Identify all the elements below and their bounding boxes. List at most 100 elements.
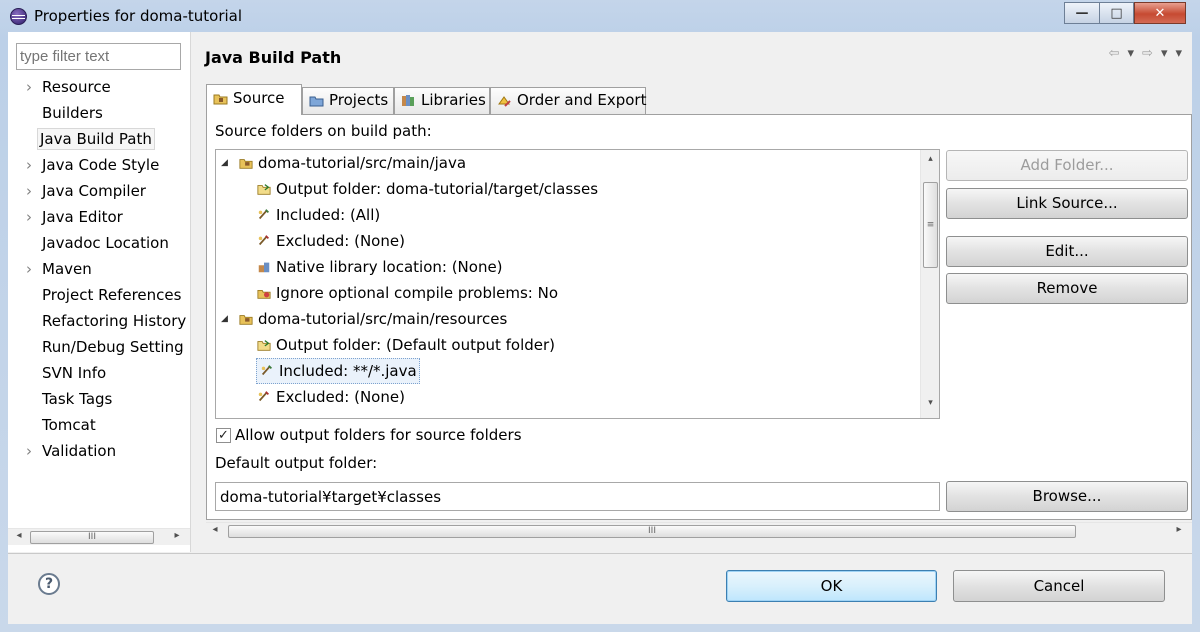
sidebar-item-label: Java Code Style <box>42 156 160 174</box>
source-tree-label: Native library location: (None) <box>276 258 503 276</box>
expand-arrow-icon[interactable]: › <box>26 440 32 462</box>
cancel-button[interactable]: Cancel <box>953 570 1165 602</box>
sidebar-item-refactoring-history[interactable]: Refactoring History <box>40 310 188 332</box>
add-folder-button[interactable]: Add Folder... <box>946 150 1188 181</box>
back-arrow-icon[interactable]: ⇦ <box>1109 46 1120 61</box>
source-tree-item[interactable]: Excluded: (None) <box>256 228 405 254</box>
source-tree-item[interactable]: Excluded: (None) <box>256 384 405 410</box>
page-horizontal-scrollbar[interactable]: ◂ III ▸ <box>206 522 1192 539</box>
source-tree-label: Ignore optional compile problems: No <box>276 284 559 302</box>
scroll-left-icon[interactable]: ◂ <box>208 524 222 535</box>
sidebar-item-javadoc-location[interactable]: Javadoc Location <box>40 232 171 254</box>
scroll-left-icon[interactable]: ◂ <box>12 530 26 541</box>
sidebar-item-svn-info[interactable]: SVN Info <box>40 362 108 384</box>
order-export-icon <box>498 96 511 107</box>
filter-input[interactable] <box>16 43 181 70</box>
scroll-thumb[interactable]: III <box>228 525 1076 538</box>
edit-button[interactable]: Edit... <box>946 236 1188 267</box>
forward-menu-icon[interactable]: ▾ <box>1161 46 1168 61</box>
source-tree-item[interactable]: Ignore optional compile problems: No <box>256 280 558 306</box>
sidebar-item-project-references[interactable]: Project References <box>40 284 183 306</box>
sidebar-item-label: Task Tags <box>42 390 113 408</box>
source-tree-item[interactable]: Output folder: doma-tutorial/target/clas… <box>256 176 598 202</box>
ignore-problems-icon <box>257 289 271 299</box>
scroll-right-icon[interactable]: ▸ <box>170 530 184 541</box>
sidebar-horizontal-scrollbar[interactable]: ◂ III ▸ <box>8 528 190 545</box>
sidebar-item-label: Java Build Path <box>40 130 152 148</box>
source-tree-item[interactable]: Included: **/*.java <box>256 358 420 384</box>
sidebar-item-run-debug-setting[interactable]: Run/Debug Setting <box>40 336 186 358</box>
sidebar-item-resource[interactable]: › Resource <box>26 76 113 98</box>
expand-arrow-icon[interactable]: › <box>26 180 32 202</box>
scroll-thumb[interactable]: III <box>30 531 154 544</box>
maximize-button[interactable]: □ <box>1099 2 1134 24</box>
remove-button[interactable]: Remove <box>946 273 1188 304</box>
sidebar-item-maven[interactable]: › Maven <box>26 258 94 280</box>
view-menu-icon[interactable]: ▾ <box>1175 46 1182 61</box>
source-tree-vertical-scrollbar[interactable]: ▴ ≡ ▾ <box>920 150 939 418</box>
scroll-down-icon[interactable]: ▾ <box>923 398 938 408</box>
sidebar-item-label: Validation <box>42 442 117 460</box>
footer-divider <box>8 553 1192 554</box>
java-build-path-page: Java Build Path ⇦ ▾ ⇨ ▾ ▾ Source Project… <box>194 32 1192 552</box>
source-tree-item[interactable]: Output folder: (Default output folder) <box>256 332 555 358</box>
scroll-up-icon[interactable]: ▴ <box>923 154 938 164</box>
scroll-thumb[interactable]: ≡ <box>923 182 938 268</box>
expanded-arrow-icon[interactable]: ◢ <box>221 306 228 332</box>
tab-libraries[interactable]: Libraries <box>394 87 490 114</box>
projects-icon <box>309 96 324 107</box>
sidebar-item-java-build-path[interactable]: Java Build Path <box>37 128 155 150</box>
expand-arrow-icon[interactable]: › <box>26 206 32 228</box>
default-output-label: Default output folder: <box>215 454 378 472</box>
properties-dialog: Properties for doma-tutorial — □ ✕ › Reso… <box>0 0 1200 632</box>
close-button[interactable]: ✕ <box>1134 2 1186 24</box>
source-tree-item[interactable]: ◢ doma-tutorial/src/main/java <box>221 150 467 176</box>
sidebar-item-java-code-style[interactable]: › Java Code Style <box>26 154 161 176</box>
output-folder-icon <box>257 340 271 351</box>
sidebar-item-label: Java Editor <box>42 208 123 226</box>
tab-label: Order and Export <box>517 91 647 109</box>
source-tree-label: Excluded: (None) <box>276 388 405 406</box>
forward-arrow-icon[interactable]: ⇨ <box>1142 46 1153 61</box>
sidebar-item-tomcat[interactable]: Tomcat <box>40 414 98 436</box>
expand-arrow-icon[interactable]: › <box>26 76 32 98</box>
back-menu-icon[interactable]: ▾ <box>1128 46 1135 61</box>
source-tree-item[interactable]: ◢ doma-tutorial/src/main/resources <box>221 306 507 332</box>
browse-button[interactable]: Browse... <box>946 481 1188 512</box>
help-icon[interactable]: ? <box>38 573 60 595</box>
sidebar-item-java-editor[interactable]: › Java Editor <box>26 206 125 228</box>
source-folder-icon <box>213 94 228 105</box>
tab-source[interactable]: Source <box>206 84 302 115</box>
default-output-field[interactable]: doma-tutorial¥target¥classes <box>215 482 940 511</box>
page-title: Java Build Path <box>205 48 342 67</box>
sidebar-item-task-tags[interactable]: Task Tags <box>40 388 114 410</box>
title-bar[interactable]: Properties for doma-tutorial — □ ✕ <box>0 0 1200 32</box>
source-tree-item[interactable]: Included: (All) <box>256 202 380 228</box>
source-folders-tree[interactable]: ◢ doma-tutorial/src/main/java Output folde… <box>215 149 940 419</box>
ok-button[interactable]: OK <box>726 570 937 602</box>
scroll-right-icon[interactable]: ▸ <box>1172 524 1186 535</box>
package-folder-icon <box>239 159 253 169</box>
source-folders-heading: Source folders on build path: <box>215 122 432 140</box>
expanded-arrow-icon[interactable]: ◢ <box>221 150 228 176</box>
window-title: Properties for doma-tutorial <box>34 7 243 25</box>
source-tree-label: Output folder: (Default output folder) <box>276 336 556 354</box>
expand-arrow-icon[interactable]: › <box>26 154 32 176</box>
source-tree-label: Included: **/*.java <box>279 362 417 380</box>
package-folder-icon <box>239 315 253 325</box>
source-tree-item[interactable]: Native library location: (None) <box>256 254 503 280</box>
included-icon <box>258 209 269 220</box>
excluded-icon <box>258 391 269 402</box>
sidebar-item-java-compiler[interactable]: › Java Compiler <box>26 180 148 202</box>
link-source-button[interactable]: Link Source... <box>946 188 1188 219</box>
source-tree-label: Included: (All) <box>276 206 381 224</box>
sidebar-item-builders[interactable]: Builders <box>40 102 105 124</box>
tab-projects[interactable]: Projects <box>302 87 394 114</box>
tab-order-and-export[interactable]: Order and Export <box>490 87 647 114</box>
source-tree-label: doma-tutorial/src/main/java <box>258 154 467 172</box>
expand-arrow-icon[interactable]: › <box>26 258 32 280</box>
sidebar-item-validation[interactable]: › Validation <box>26 440 118 462</box>
minimize-button[interactable]: — <box>1064 2 1100 24</box>
allow-output-checkbox[interactable]: ✓ <box>216 428 231 443</box>
sidebar-item-label: Builders <box>42 104 103 122</box>
